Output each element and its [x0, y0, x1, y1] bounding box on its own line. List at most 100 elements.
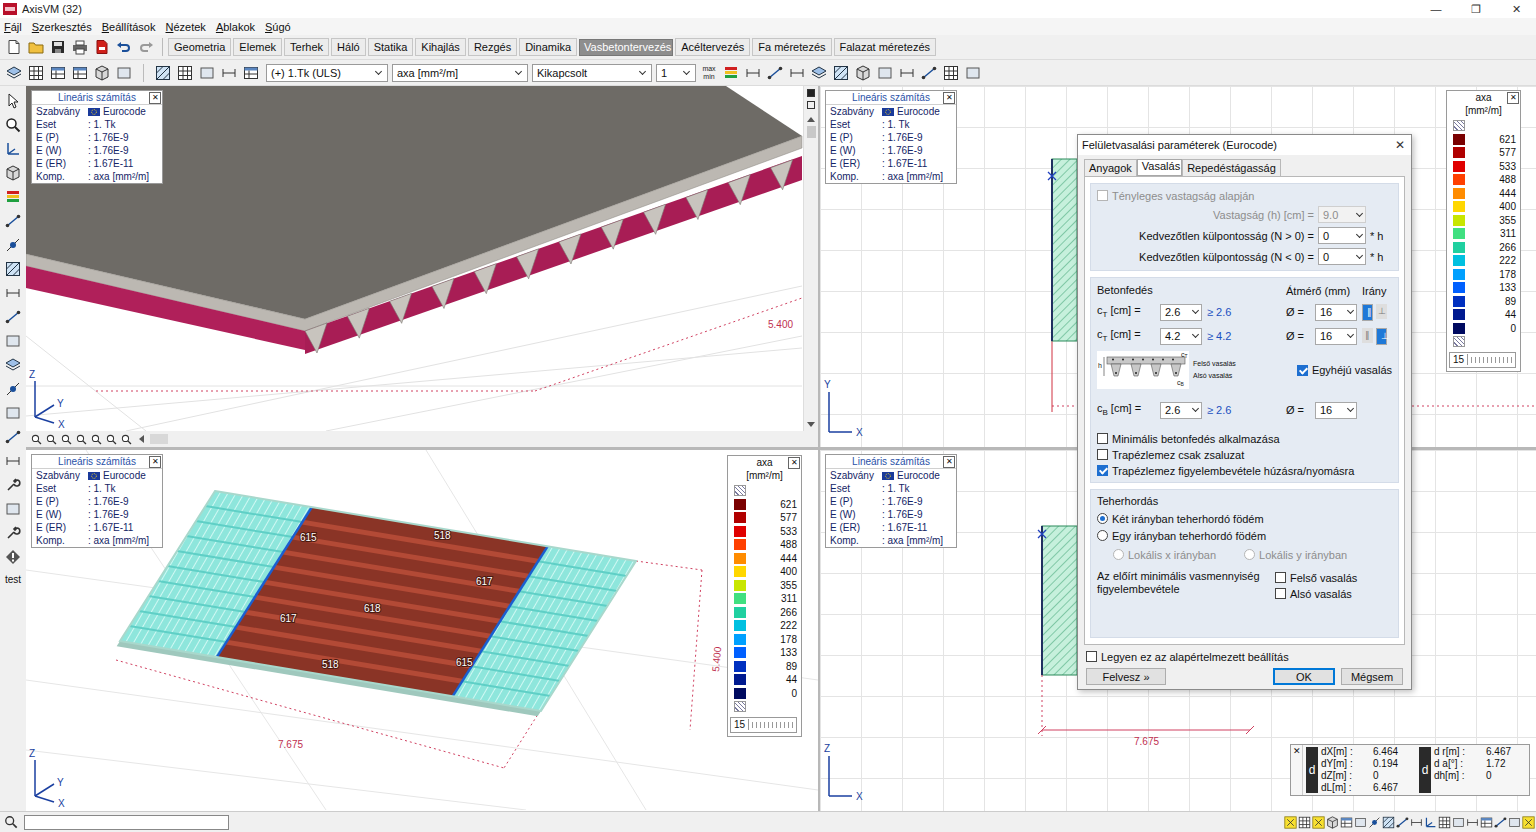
dxf-icon[interactable]: [25, 63, 47, 83]
measure-icon[interactable]: [3, 452, 23, 470]
list-icon[interactable]: [240, 63, 262, 83]
dialog-tab[interactable]: Repedéstágasság: [1182, 159, 1281, 176]
status-toggle-icon[interactable]: [1494, 815, 1507, 829]
left-toolbar-label[interactable]: test: [5, 574, 21, 585]
glasses-icon[interactable]: [3, 500, 23, 518]
ribbon-tab[interactable]: Vasbetontervezés: [579, 39, 673, 56]
zoom-tool-icon[interactable]: [75, 433, 88, 446]
status-toggle-icon[interactable]: [1480, 815, 1493, 829]
option-checkbox[interactable]: Trapézlemez csak zsaluzat: [1097, 447, 1392, 462]
option-checkbox[interactable]: Trapézlemez figyelembevétele húzásra/nyo…: [1097, 463, 1392, 478]
ribbon-tab[interactable]: Fa méretezés: [752, 38, 831, 56]
command-search-input[interactable]: [24, 815, 229, 830]
dimension-icon[interactable]: [3, 284, 23, 302]
menu-item[interactable]: Beállítások: [101, 21, 157, 33]
component-dropdown[interactable]: axa [mm²/m]: [392, 64, 528, 82]
workplane-icon[interactable]: [3, 356, 23, 374]
load-case-dropdown[interactable]: (+) 1.Tk (ULS): [266, 64, 388, 82]
table-browser-icon[interactable]: [47, 63, 69, 83]
ribbon-tab[interactable]: Dinamika: [519, 38, 577, 56]
scroll-left-button[interactable]: [139, 435, 144, 443]
status-toggle-icon[interactable]: [1522, 815, 1535, 829]
status-toggle-icon[interactable]: [1312, 815, 1325, 829]
ribbon-tab[interactable]: Acéltervezés: [675, 38, 750, 56]
undo-icon[interactable]: [113, 37, 135, 57]
save-icon[interactable]: [47, 37, 69, 57]
close-button[interactable]: ✕: [149, 456, 161, 468]
direction-toggle[interactable]: ∥: [1362, 328, 1373, 343]
rotate-icon[interactable]: [3, 380, 23, 398]
diameter-dropdown[interactable]: 16: [1315, 402, 1357, 419]
status-toggle-icon[interactable]: [1284, 815, 1297, 829]
menu-item[interactable]: Súgó: [264, 21, 292, 33]
ribbon-tab[interactable]: Elemek: [233, 38, 282, 56]
slab-icon[interactable]: [808, 63, 830, 83]
status-toggle-icon[interactable]: [1340, 815, 1353, 829]
zoom-tool-icon[interactable]: [60, 433, 73, 446]
single-layer-checkbox[interactable]: Egyhéjú vasalás: [1297, 363, 1392, 378]
menu-item[interactable]: Fájl: [3, 21, 23, 33]
zoom-tool-icon[interactable]: [120, 433, 133, 446]
status-toggle-icon[interactable]: [1382, 815, 1395, 829]
diameter-dropdown[interactable]: 16: [1315, 328, 1357, 345]
warning-icon[interactable]: [3, 548, 23, 566]
wall-icon[interactable]: [852, 63, 874, 83]
crack-icon[interactable]: [896, 63, 918, 83]
mode-dropdown[interactable]: Kikapcsolt: [532, 64, 652, 82]
slab-section[interactable]: [1042, 526, 1077, 675]
legend-steps-field[interactable]: 15: [730, 717, 797, 733]
ribbon-tab[interactable]: Rezgés: [468, 38, 517, 56]
chair-icon[interactable]: [3, 404, 23, 422]
status-toggle-icon[interactable]: [1326, 815, 1339, 829]
text-icon[interactable]: [3, 332, 23, 350]
pdf-icon[interactable]: [91, 37, 113, 57]
close-button[interactable]: ✕: [149, 92, 161, 104]
punching-icon[interactable]: [830, 63, 852, 83]
slab-section[interactable]: [1052, 159, 1077, 341]
legend-steps-field[interactable]: 15: [1449, 352, 1516, 368]
isosurface-icon[interactable]: [174, 63, 196, 83]
min-reinforcement-checkbox[interactable]: Alsó vasalás: [1275, 586, 1357, 601]
close-button[interactable]: ✕: [1291, 745, 1303, 795]
workplane-icon[interactable]: [3, 63, 25, 83]
default-setting-checkbox[interactable]: Legyen ez az alapértelmezett beállítás: [1086, 649, 1403, 664]
ribbon-tab[interactable]: Kihajlás: [415, 38, 466, 56]
menu-item[interactable]: Szerkesztés: [31, 21, 93, 33]
close-button[interactable]: ✕: [788, 457, 800, 469]
zoom-tool-icon[interactable]: [105, 433, 118, 446]
status-toggle-icon[interactable]: [1424, 815, 1437, 829]
surface-reinforcement-dialog[interactable]: Felületvasalási paraméterek (Eurocode)✕ A…: [1077, 134, 1412, 690]
parameter-dropdown[interactable]: 0: [1318, 227, 1366, 244]
load-bearing-radio[interactable]: Egy irányban teherhordó födém: [1097, 528, 1392, 543]
report-icon[interactable]: [69, 63, 91, 83]
parameter-dropdown[interactable]: 9.0: [1318, 206, 1366, 223]
status-toggle-icon[interactable]: [1298, 815, 1311, 829]
select-arrow-icon[interactable]: [3, 92, 23, 110]
local-direction-radio[interactable]: Lokális y irányban: [1244, 547, 1347, 562]
brush-icon[interactable]: [3, 476, 23, 494]
min-max-button[interactable]: maxmin: [698, 64, 720, 82]
menu-item[interactable]: Nézetek: [165, 21, 207, 33]
cube-view-icon[interactable]: [3, 164, 23, 182]
direction-toggle[interactable]: ∥: [1362, 304, 1373, 321]
viewport[interactable]: 5.400ZYXLineáris számítás✕SzabványEuroco…: [26, 86, 818, 447]
node-icon[interactable]: [3, 236, 23, 254]
view-icon[interactable]: [113, 63, 135, 83]
cover-dropdown[interactable]: 4.2: [1160, 328, 1202, 345]
dialog-tab[interactable]: Anyagok: [1084, 159, 1137, 176]
dialog-title-bar[interactable]: Felületvasalási paraméterek (Eurocode)✕: [1078, 135, 1411, 155]
footing-icon[interactable]: [874, 63, 896, 83]
status-toggle-icon[interactable]: [1508, 815, 1521, 829]
beam-icon[interactable]: [764, 63, 786, 83]
window-control-button[interactable]: ❐: [1456, 0, 1496, 18]
color-legend[interactable]: axa✕[mm²/m]62157753348844440035531126622…: [727, 455, 802, 737]
status-toggle-icon[interactable]: [1410, 815, 1423, 829]
path-icon[interactable]: [3, 428, 23, 446]
viewport[interactable]: 6155186176186175186157.6755.400ZYXLineár…: [26, 450, 818, 811]
ribbon-tab[interactable]: Terhek: [284, 38, 329, 56]
window-control-button[interactable]: —: [1416, 0, 1456, 18]
legend-icon[interactable]: [720, 63, 742, 83]
contour-icon[interactable]: [152, 63, 174, 83]
color-legend[interactable]: axa✕[mm²/m]62157753348844440035531126622…: [1446, 90, 1521, 372]
status-toggle-icon[interactable]: [1354, 815, 1367, 829]
